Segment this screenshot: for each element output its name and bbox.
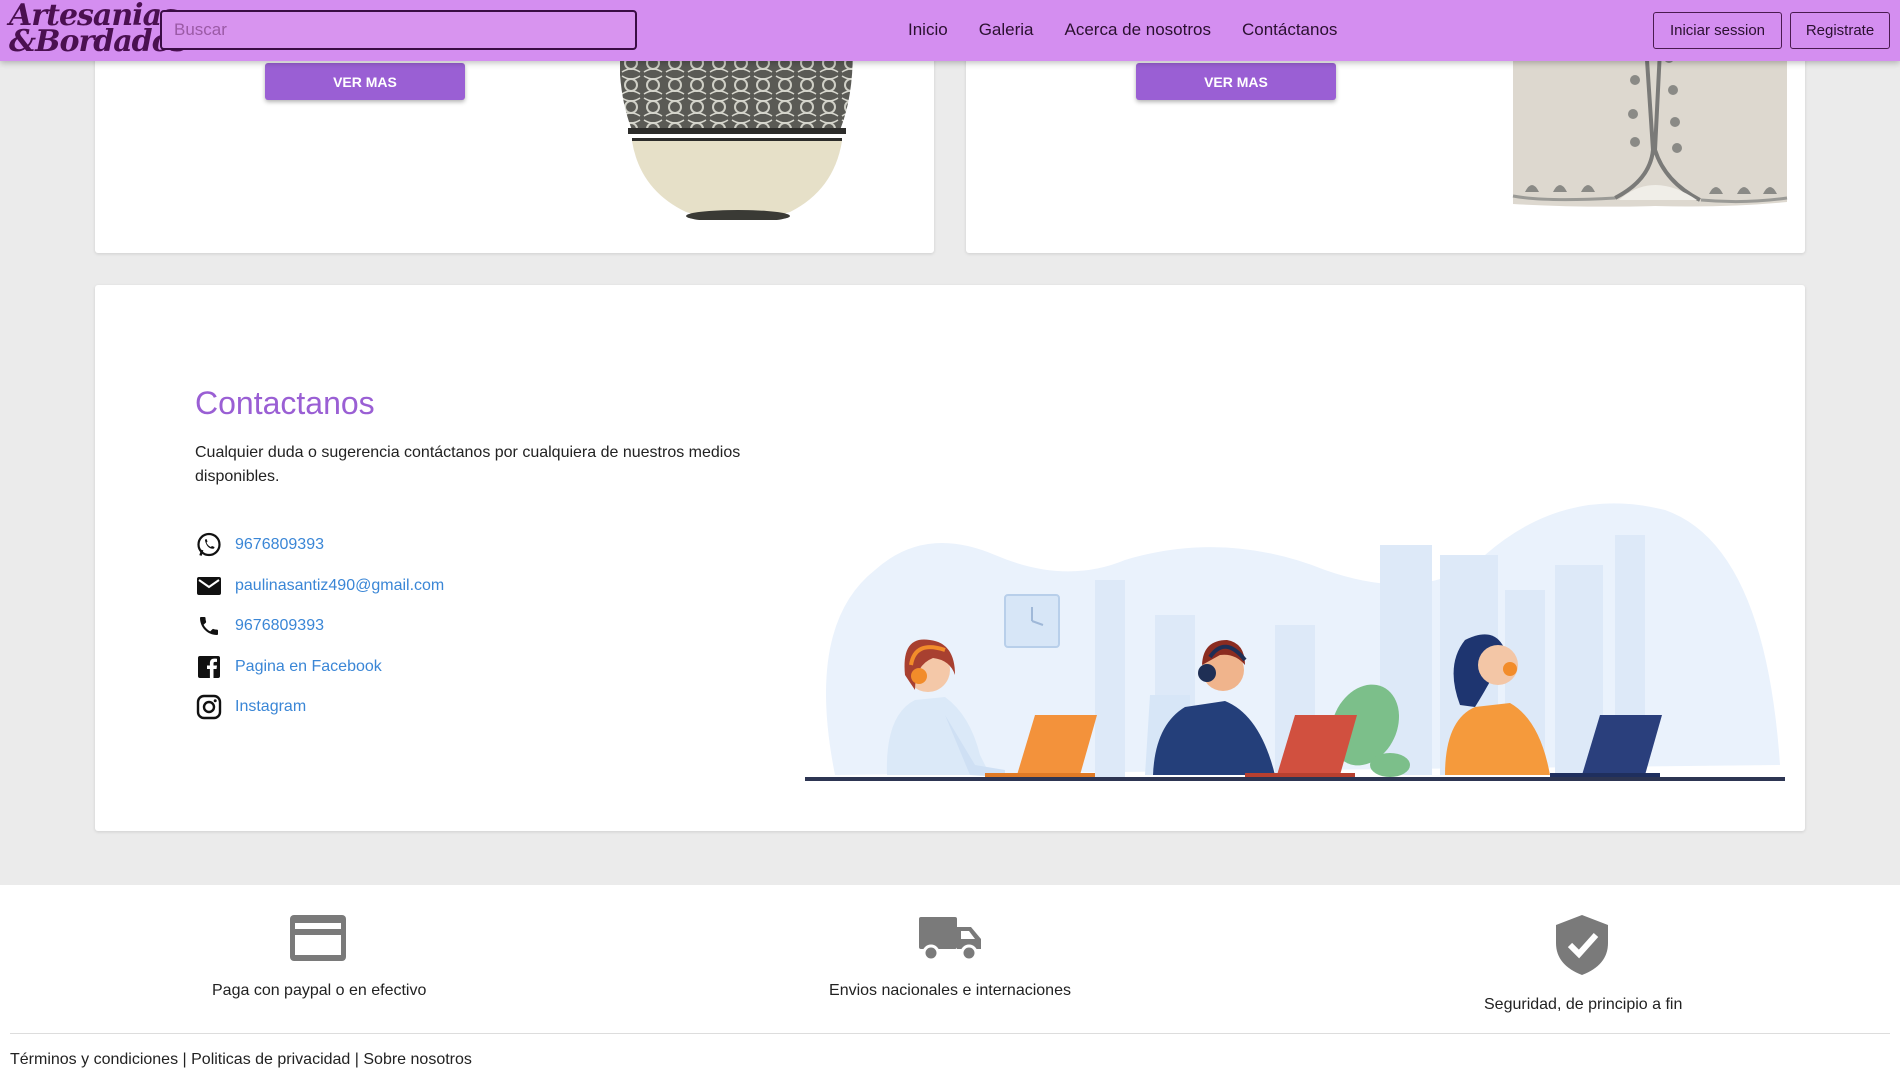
feature-label: Envios nacionales e internaciones [829,982,1071,999]
contact-item-facebook: Pagina en Facebook [195,647,444,688]
email-link[interactable]: paulinasantiz490@gmail.com [235,577,444,595]
contact-list: 9676809393 paulinasantiz490@gmail.com 96… [195,525,444,728]
feature-label: Seguridad, de principio a fin [1484,996,1683,1013]
footer-separator: | [350,1051,364,1068]
nav-link-inicio[interactable]: Inicio [908,20,948,40]
nav-link-contactanos[interactable]: Contáctanos [1242,20,1337,40]
footer: Paga con paypal o en efectivo Envios nac… [0,885,1900,1080]
login-button[interactable]: Iniciar session [1653,12,1782,49]
contact-item-email: paulinasantiz490@gmail.com [195,566,444,607]
contact-item-instagram: Instagram [195,687,444,728]
phone-icon [195,612,223,640]
credit-card-icon [290,915,346,961]
search-input[interactable] [160,10,637,50]
customer-support-illustration [805,503,1785,781]
site-logo[interactable]: Artesanias &Bordados [9,0,188,60]
product-card: VER MAS [966,30,1805,253]
shield-check-icon [1556,915,1608,975]
nav-link-galeria[interactable]: Galeria [979,20,1034,40]
feature-shipping: Envios nacionales e internaciones [829,913,1071,1000]
about-link[interactable]: Sobre nosotros [363,1051,472,1068]
ver-mas-button[interactable]: VER MAS [265,63,465,100]
facebook-link[interactable]: Pagina en Facebook [235,658,382,676]
footer-separator: | [178,1051,192,1068]
instagram-link[interactable]: Instagram [235,698,306,716]
contact-item-whatsapp: 9676809393 [195,525,444,566]
whatsapp-icon [195,531,223,559]
email-icon [195,572,223,600]
whatsapp-link[interactable]: 9676809393 [235,536,324,554]
instagram-icon [195,693,223,721]
feature-payment: Paga con paypal o en efectivo [212,913,427,1000]
terms-link[interactable]: Términos y condiciones [10,1051,178,1068]
main-nav: Inicio Galeria Acerca de nosotros Contác… [908,0,1368,60]
nav-link-acerca[interactable]: Acerca de nosotros [1065,20,1211,40]
product-card: VER MAS [95,30,934,253]
phone-link[interactable]: 9676809393 [235,617,324,635]
feature-label: Paga con paypal o en efectivo [212,982,427,999]
contact-item-phone: 9676809393 [195,606,444,647]
ver-mas-button[interactable]: VER MAS [1136,63,1336,100]
contact-description: Cualquier duda o sugerencia contáctanos … [195,444,741,485]
navbar: Artesanias &Bordados Inicio Galeria Acer… [0,0,1900,61]
footer-links: Términos y condiciones | Politicas de pr… [10,1051,472,1069]
footer-divider [10,1033,1890,1034]
feature-security: Seguridad, de principio a fin [1484,913,1683,1014]
truck-icon [919,917,981,962]
privacy-link[interactable]: Politicas de privacidad [191,1051,350,1068]
contact-section: Contactanos Cualquier duda o sugerencia … [95,285,1805,831]
register-button[interactable]: Registrate [1790,12,1890,49]
facebook-icon [195,653,223,681]
contact-title: Contactanos [195,385,375,421]
